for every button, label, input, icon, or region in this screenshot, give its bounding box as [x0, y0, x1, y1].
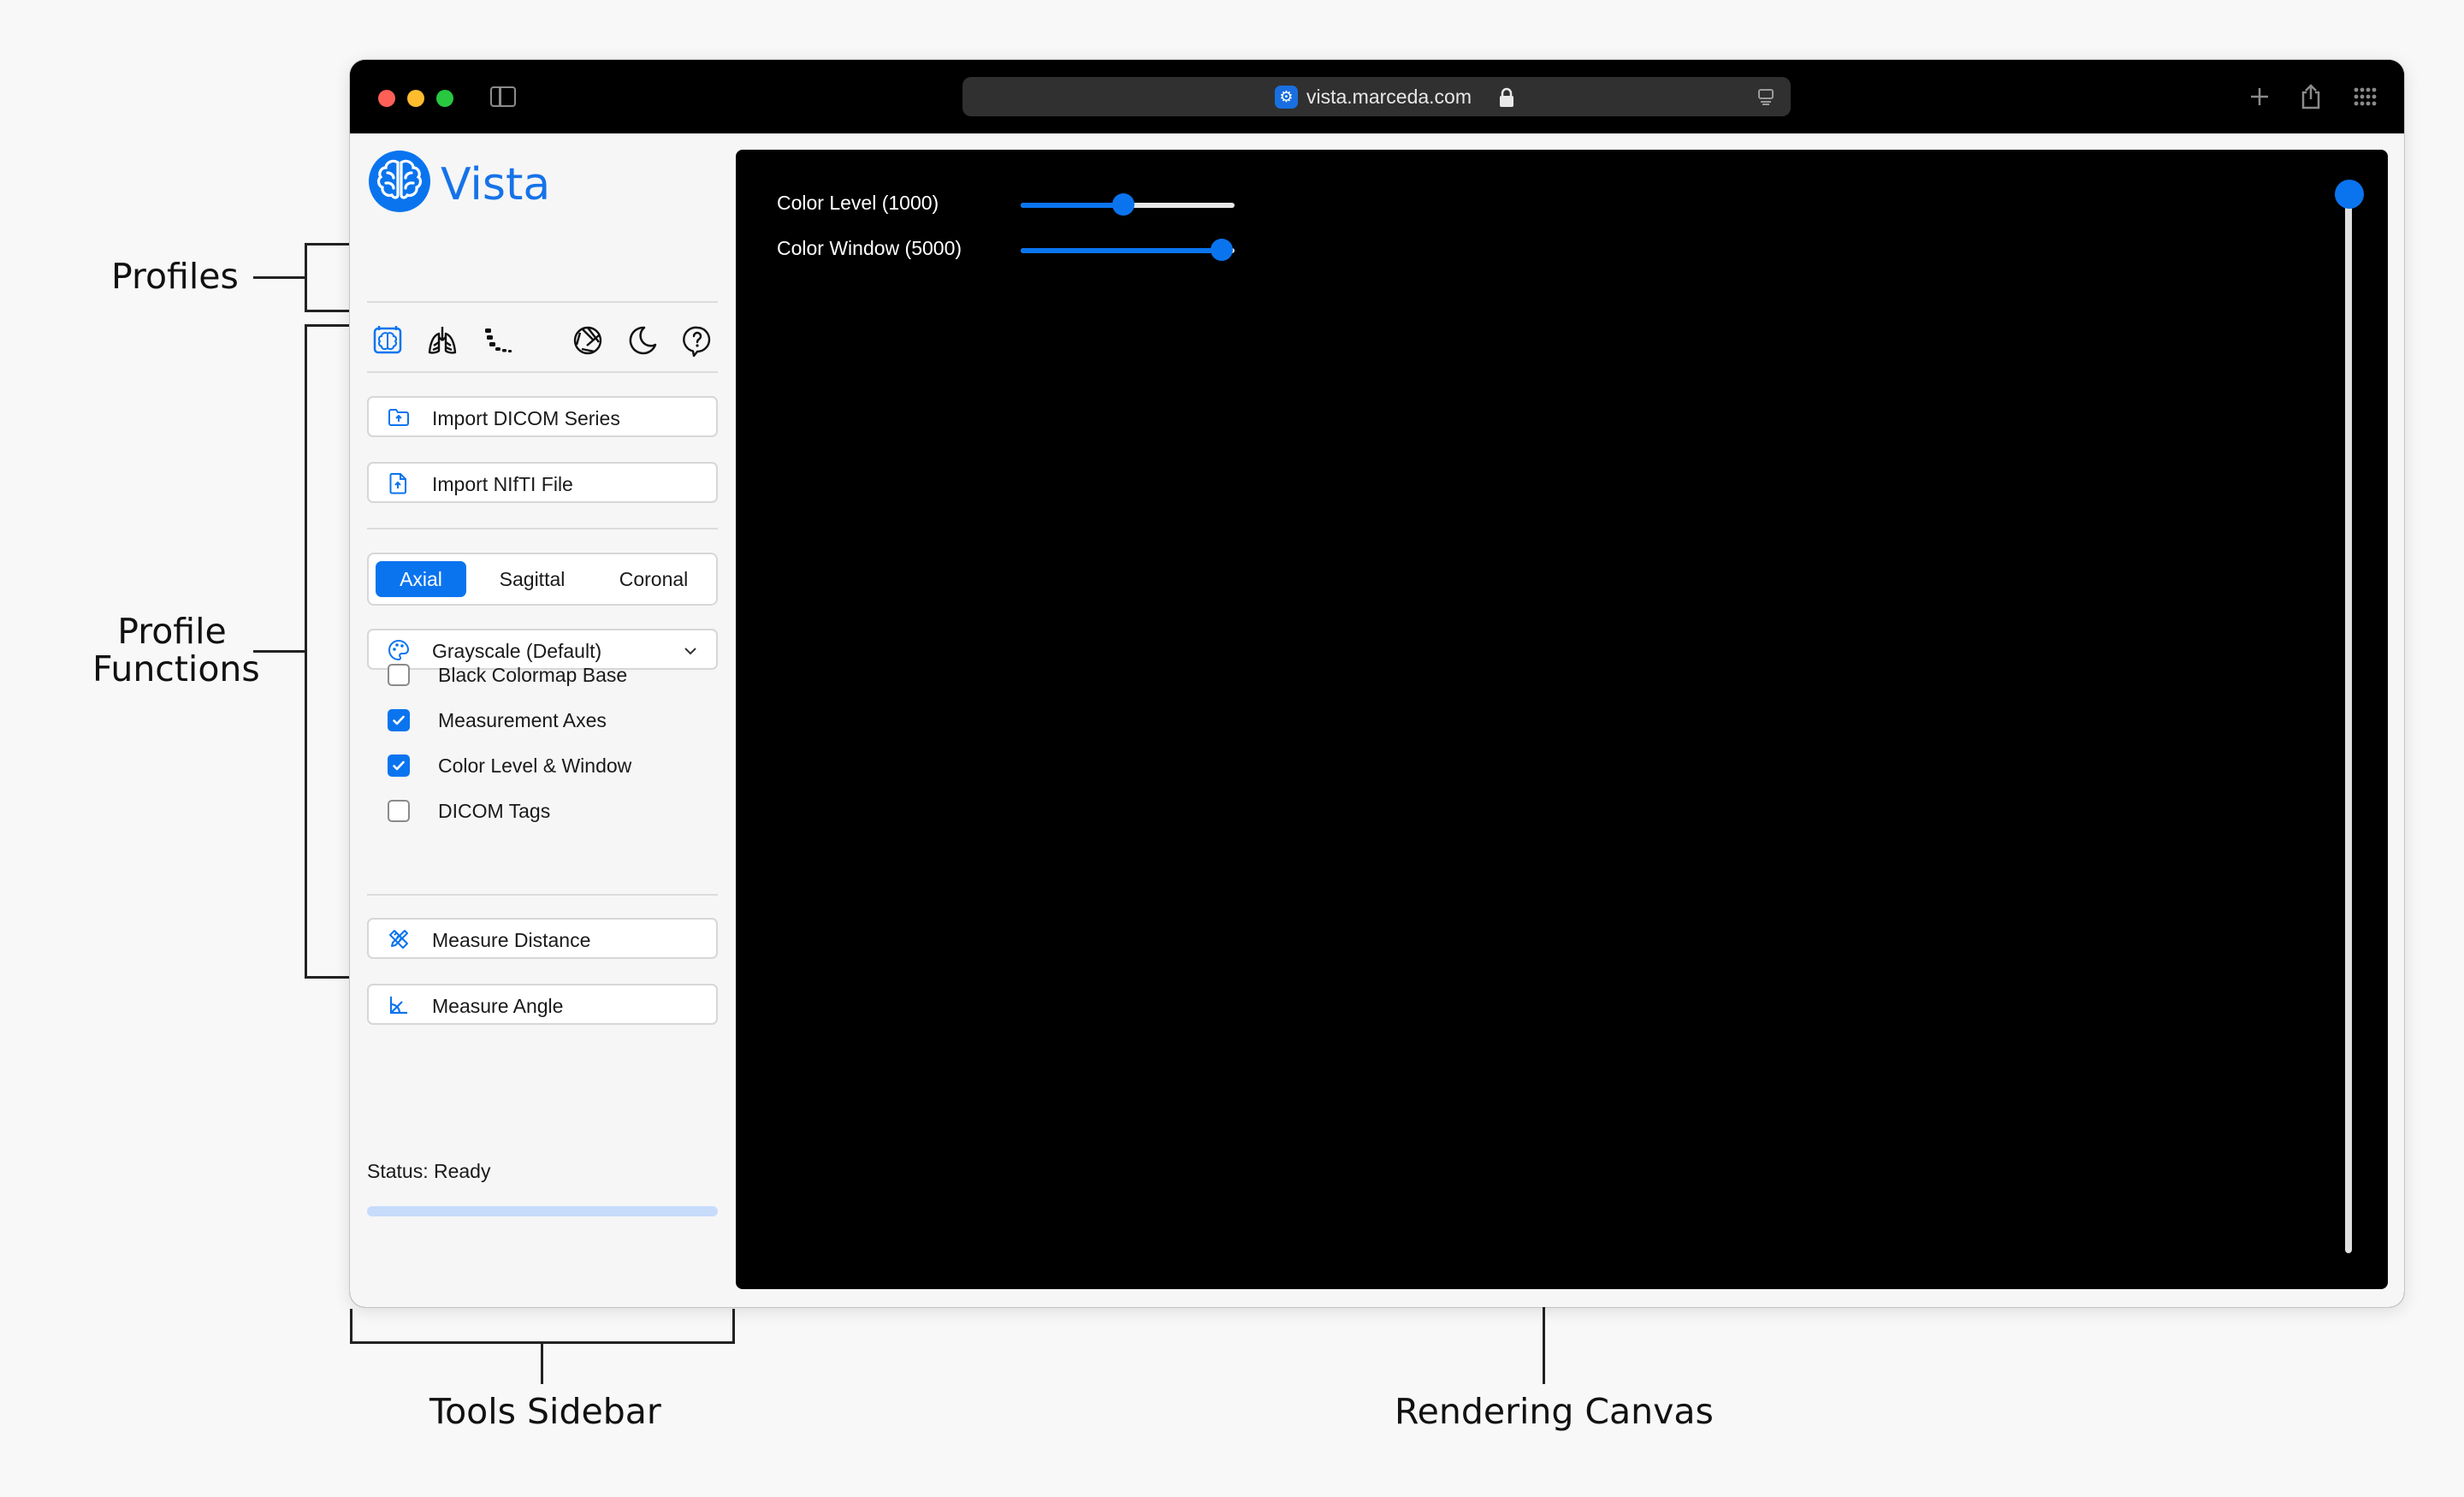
- annotation-profile-functions: Profile Functions: [92, 611, 260, 689]
- import-nifti-button[interactable]: Import NIfTI File: [367, 462, 718, 503]
- checkbox-unchecked[interactable]: [388, 664, 410, 686]
- file-upload-icon: [389, 473, 406, 494]
- status-text: Status: Ready: [367, 1160, 491, 1182]
- close-window-button[interactable]: [378, 90, 395, 107]
- app-brand-name: Vista: [441, 159, 551, 210]
- tab-coronal[interactable]: Coronal: [598, 561, 709, 597]
- color-window-label: Color Window (5000): [777, 237, 962, 259]
- checkbox-checked[interactable]: [388, 709, 410, 731]
- minimize-window-button[interactable]: [407, 90, 424, 107]
- page-content: Vista Import DICOM Series Import NIfTI F…: [350, 133, 2404, 1307]
- tab-overview-icon[interactable]: [2350, 82, 2379, 111]
- tab-sagittal[interactable]: Sagittal: [477, 561, 588, 597]
- brain-logo-icon: [369, 151, 430, 212]
- annotation-functions-bracket-bottom: [305, 976, 349, 979]
- measure-distance-button[interactable]: Measure Distance: [367, 918, 718, 959]
- sidebar-toggle-icon[interactable]: [490, 86, 516, 107]
- browser-window: ⚙ vista.marceda.com Vista Import DICOM S…: [350, 60, 2404, 1307]
- annotation-tools-sidebar: Tools Sidebar: [429, 1391, 661, 1432]
- import-dicom-label: Import DICOM Series: [432, 407, 620, 429]
- rendering-canvas[interactable]: Color Level (1000) Color Window (5000): [736, 150, 2388, 1289]
- sidebar-divider: [367, 371, 718, 373]
- color-level-slider-thumb[interactable]: [1112, 193, 1134, 216]
- url-text: vista.marceda.com: [1306, 86, 1472, 108]
- new-tab-icon[interactable]: [2245, 82, 2274, 111]
- annotation-profile-functions-line2: Functions: [92, 648, 260, 689]
- spine-profile-icon[interactable]: [480, 323, 514, 358]
- annotation-functions-bracket: [305, 324, 307, 979]
- colormap-selected-value: Grayscale (Default): [432, 640, 602, 662]
- site-favicon-icon: ⚙: [1275, 86, 1298, 109]
- annotation-sidebar-bracket-left: [350, 1309, 352, 1343]
- annotation-profiles-bracket-top: [305, 243, 349, 246]
- color-window-slider-thumb[interactable]: [1211, 239, 1233, 261]
- slice-slider-thumb[interactable]: [2335, 180, 2364, 209]
- checkbox-label: DICOM Tags: [438, 800, 551, 822]
- color-window-slider[interactable]: [1021, 239, 1235, 261]
- address-bar[interactable]: ⚙ vista.marceda.com: [962, 77, 1791, 116]
- progress-bar: [367, 1206, 718, 1216]
- sidebar-divider: [367, 894, 718, 896]
- lungs-profile-icon[interactable]: [425, 323, 459, 358]
- aperture-icon[interactable]: [571, 323, 605, 358]
- ruler-pencil-icon: [389, 930, 408, 949]
- share-icon[interactable]: [2296, 82, 2325, 111]
- annotation-profiles: Profiles: [111, 256, 239, 297]
- checkbox-label: Measurement Axes: [438, 709, 607, 731]
- sidebar-divider: [367, 301, 718, 303]
- annotation-profile-functions-line1: Profile: [117, 611, 227, 652]
- chevron-down-icon: [684, 648, 696, 655]
- tab-axial[interactable]: Axial: [376, 561, 466, 597]
- moon-icon[interactable]: [625, 323, 660, 358]
- annotation-sidebar-bracket-right: [732, 1309, 735, 1343]
- checkmark-icon: [393, 760, 405, 771]
- measure-distance-label: Measure Distance: [432, 929, 591, 951]
- color-level-slider[interactable]: [1021, 193, 1235, 216]
- annotation-functions-leader: [253, 650, 305, 653]
- angle-icon: [389, 997, 407, 1015]
- import-dicom-button[interactable]: Import DICOM Series: [367, 396, 718, 437]
- checkbox-unchecked[interactable]: [388, 800, 410, 822]
- slice-slider[interactable]: [2345, 192, 2352, 1253]
- checkbox-checked[interactable]: [388, 754, 410, 777]
- measure-angle-button[interactable]: Measure Angle: [367, 984, 718, 1025]
- zoom-window-button[interactable]: [436, 90, 453, 107]
- reader-mode-icon[interactable]: [1756, 87, 1775, 106]
- color-level-slider-fill: [1021, 203, 1123, 208]
- tools-sidebar: Vista Import DICOM Series Import NIfTI F…: [350, 133, 736, 1307]
- checkbox-label: Color Level & Window: [438, 754, 632, 777]
- brain-profile-icon[interactable]: [370, 323, 405, 358]
- annotation-rendering-canvas: Rendering Canvas: [1395, 1391, 1714, 1432]
- annotation-functions-bracket-top: [305, 324, 349, 327]
- view-selector: Axial Sagittal Coronal: [367, 553, 718, 606]
- sidebar-divider: [367, 528, 718, 530]
- help-icon[interactable]: [680, 323, 714, 358]
- import-nifti-label: Import NIfTI File: [432, 473, 573, 495]
- palette-icon: [388, 639, 410, 661]
- measure-angle-label: Measure Angle: [432, 995, 564, 1017]
- annotation-profiles-bracket-bottom: [305, 310, 349, 312]
- annotation-profiles-leader: [253, 276, 305, 279]
- lock-icon: [1500, 87, 1513, 107]
- color-window-slider-fill: [1021, 248, 1222, 253]
- checkmark-icon: [393, 715, 405, 725]
- annotation-profiles-bracket: [305, 243, 307, 311]
- folder-upload-icon: [388, 409, 409, 426]
- checkbox-label: Black Colormap Base: [438, 664, 628, 686]
- annotation-sidebar-leader: [541, 1341, 543, 1384]
- color-level-label: Color Level (1000): [777, 192, 939, 214]
- browser-titlebar: ⚙ vista.marceda.com: [350, 60, 2404, 133]
